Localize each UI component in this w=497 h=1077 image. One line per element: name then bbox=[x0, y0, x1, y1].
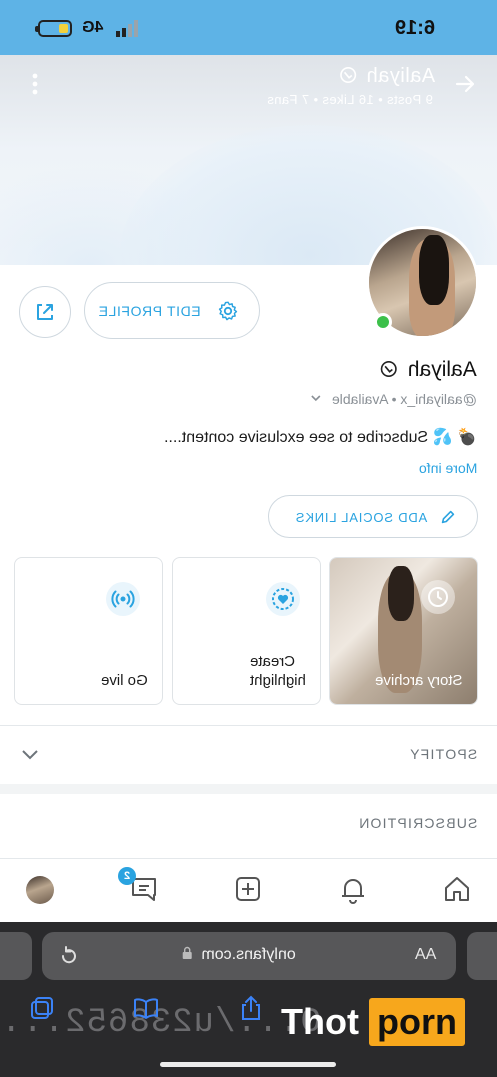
broadcast-icon bbox=[106, 582, 140, 616]
profile-name: Aaliyah bbox=[380, 358, 477, 382]
reload-icon[interactable] bbox=[58, 945, 80, 967]
create-highlight-label: Create highlight bbox=[250, 653, 306, 689]
profile-avatar-tab[interactable] bbox=[26, 876, 54, 904]
add-social-links-button[interactable]: ADD SOCIAL LINKS bbox=[268, 495, 478, 538]
signal-icon bbox=[116, 20, 138, 37]
share-sheet-icon[interactable] bbox=[237, 994, 265, 1022]
tabs-icon[interactable] bbox=[28, 994, 56, 1022]
online-indicator bbox=[374, 313, 392, 331]
create-highlight-card[interactable]: Create highlight bbox=[172, 557, 321, 705]
status-bar: 4G 6:19 bbox=[0, 0, 497, 55]
reader-aa-button[interactable]: AA bbox=[415, 946, 436, 964]
bottom-nav bbox=[0, 858, 497, 922]
clock-icon bbox=[421, 580, 455, 614]
url-text: onlyfans.com bbox=[182, 946, 296, 964]
more-info-link[interactable]: More info bbox=[419, 460, 477, 476]
profile-handle[interactable]: @aaliyahi_x • Available bbox=[310, 391, 477, 407]
profile-bio: 💣 💦 Subscribe to see exclusive content..… bbox=[164, 429, 477, 446]
share-icon bbox=[37, 304, 53, 320]
go-live-card[interactable]: Go live bbox=[14, 557, 163, 705]
more-menu-icon[interactable] bbox=[30, 72, 40, 96]
bookmarks-icon[interactable] bbox=[132, 994, 160, 1022]
subscription-heading: SUBSCRIPTION bbox=[357, 815, 477, 831]
spotify-section[interactable]: SPOTIFY bbox=[0, 726, 497, 784]
add-post-icon[interactable] bbox=[232, 873, 264, 905]
story-archive-card[interactable]: Story archive bbox=[329, 557, 478, 705]
chevron-down-icon bbox=[311, 395, 321, 402]
heart-circle-icon bbox=[266, 582, 300, 616]
address-bar[interactable]: AA onlyfans.com bbox=[42, 932, 456, 980]
previous-tab[interactable] bbox=[0, 932, 32, 980]
edit-profile-button[interactable]: EDIT PROFILE bbox=[84, 282, 260, 339]
gear-icon bbox=[218, 301, 238, 321]
bell-icon[interactable] bbox=[337, 873, 369, 905]
status-time: 6:19 bbox=[394, 17, 435, 39]
back-arrow-icon[interactable] bbox=[453, 72, 477, 96]
chevron-down-icon bbox=[22, 750, 38, 760]
home-indicator bbox=[160, 1062, 336, 1067]
messages-badge: 2 bbox=[118, 867, 136, 885]
header-stats: 9 Posts • 16 Likes • 7 Fans bbox=[267, 92, 433, 107]
battery-icon bbox=[35, 20, 72, 37]
share-button[interactable] bbox=[19, 286, 71, 338]
header-name: Aaliyah bbox=[339, 65, 435, 88]
pencil-icon bbox=[441, 510, 455, 524]
droplets-icon: 💦 bbox=[432, 429, 453, 446]
bomb-icon: 💣 bbox=[457, 429, 477, 446]
network-label: 4G bbox=[82, 19, 104, 36]
next-tab[interactable] bbox=[467, 932, 497, 980]
home-icon[interactable] bbox=[441, 873, 473, 905]
lock-icon bbox=[183, 946, 192, 959]
verified-icon bbox=[339, 66, 356, 84]
section-gap bbox=[0, 784, 497, 794]
verified-icon bbox=[381, 360, 398, 378]
